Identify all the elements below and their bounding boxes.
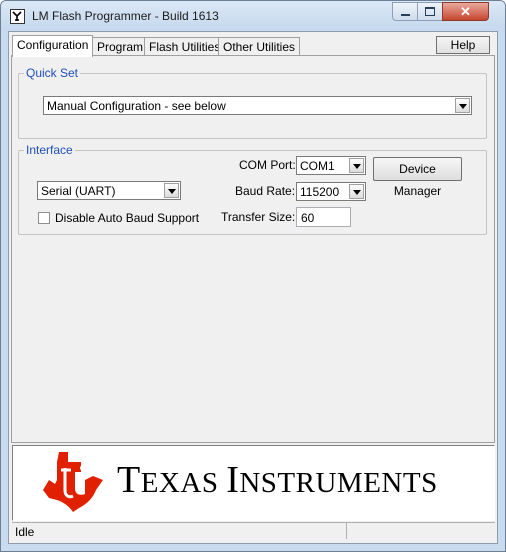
company-name-part: NSTRUMENTS: [239, 467, 438, 499]
disable-auto-baud-checkbox[interactable]: [38, 212, 50, 224]
quick-set-label: Quick Set: [24, 66, 81, 80]
close-button[interactable]: ✕: [442, 2, 489, 21]
interface-type-combo[interactable]: Serial (UART): [37, 181, 181, 200]
minimize-icon: [400, 13, 410, 16]
company-name-part: EXAS: [140, 467, 227, 499]
interface-type-value: Serial (UART): [41, 184, 116, 198]
status-bar: Idle: [12, 522, 495, 539]
ti-logo-icon: [43, 452, 103, 512]
title-bar[interactable]: LM Flash Programmer - Build 1613 ✕: [1, 1, 505, 31]
close-icon: ✕: [460, 3, 471, 19]
transfer-size-label: Transfer Size:: [221, 210, 296, 224]
company-name-part: I: [226, 459, 240, 501]
quick-set-group: Quick Set Manual Configuration - see bel…: [18, 66, 487, 139]
tab-configuration[interactable]: Configuration: [12, 35, 94, 57]
interface-label: Interface: [24, 143, 75, 157]
logo-panel: TEXAS INSTRUMENTS: [12, 445, 495, 521]
tab-flash-utilities[interactable]: Flash Utilities: [144, 37, 226, 57]
app-window: LM Flash Programmer - Build 1613 ✕ Confi…: [0, 0, 506, 552]
client-area: Configuration Program Flash Utilities Ot…: [8, 31, 498, 544]
baud-rate-value: 115200: [300, 185, 340, 199]
com-port-label: COM Port:: [239, 158, 296, 172]
quick-set-combo[interactable]: Manual Configuration - see below: [43, 96, 472, 115]
maximize-icon: [425, 7, 435, 16]
status-pane-main: Idle: [12, 523, 347, 539]
chevron-down-icon[interactable]: [349, 158, 364, 173]
interface-group: Interface Serial (UART) Disable Auto Bau…: [18, 143, 487, 235]
maximize-button[interactable]: [417, 2, 443, 21]
chevron-down-icon[interactable]: [455, 98, 470, 113]
transfer-size-input[interactable]: 60: [296, 207, 351, 227]
window-title: LM Flash Programmer - Build 1613: [32, 9, 219, 23]
status-pane-secondary: [347, 523, 495, 539]
com-port-combo[interactable]: COM1: [296, 156, 366, 175]
tab-other-utilities[interactable]: Other Utilities: [218, 37, 301, 57]
chevron-down-icon[interactable]: [164, 183, 179, 198]
quick-set-value: Manual Configuration - see below: [47, 99, 226, 113]
minimize-button[interactable]: [392, 2, 418, 21]
com-port-value: COM1: [300, 159, 335, 173]
app-icon[interactable]: [10, 9, 25, 24]
chevron-down-icon[interactable]: [349, 184, 364, 199]
disable-auto-baud-label[interactable]: Disable Auto Baud Support: [55, 211, 199, 225]
configuration-panel: Quick Set Manual Configuration - see bel…: [11, 55, 495, 443]
tab-program[interactable]: Program: [92, 37, 149, 57]
device-manager-button[interactable]: Device Manager: [373, 157, 462, 198]
baud-rate-combo[interactable]: 115200: [296, 182, 366, 201]
company-name: TEXAS INSTRUMENTS: [117, 458, 438, 502]
status-text: Idle: [15, 525, 35, 539]
company-name-part: T: [117, 459, 141, 501]
help-button[interactable]: Help: [436, 36, 490, 54]
baud-rate-label: Baud Rate:: [235, 184, 296, 198]
transfer-size-value: 60: [301, 211, 315, 225]
